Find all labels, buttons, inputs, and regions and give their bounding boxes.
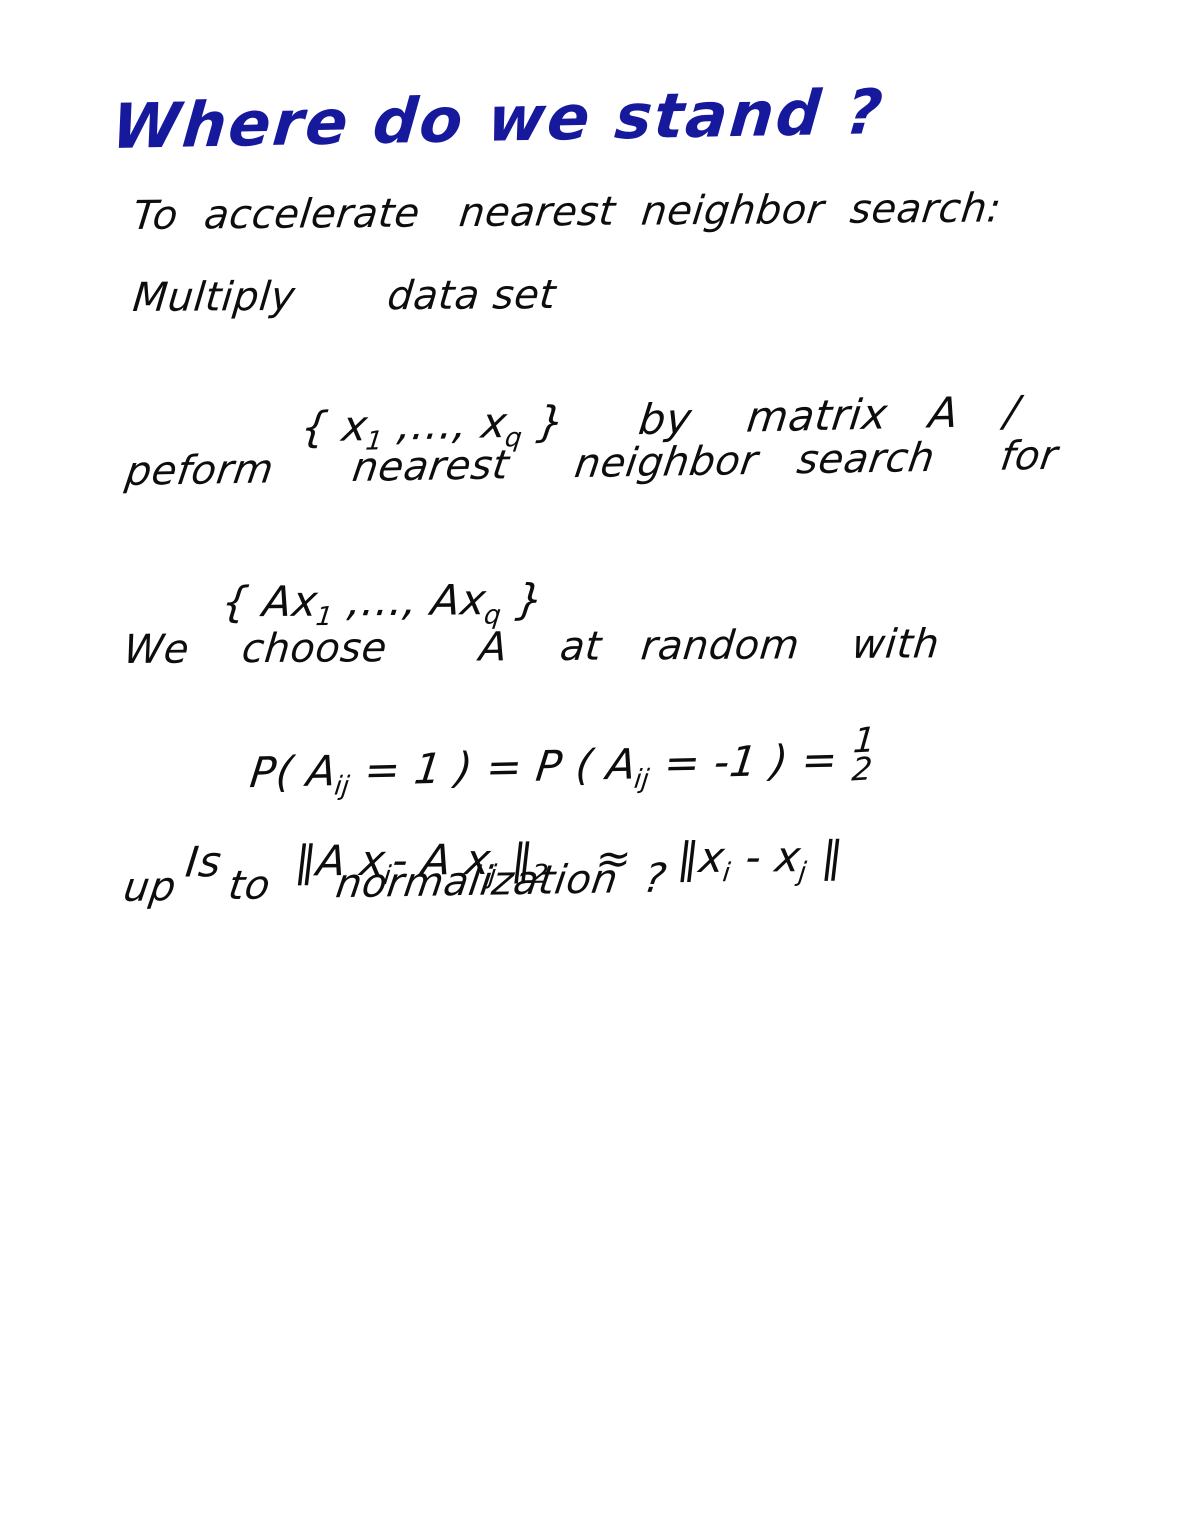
- set-close: }: [520, 396, 568, 447]
- set-open-ax: { Ax: [219, 576, 321, 627]
- note-line-up-to-normalization: up to normalization ?: [120, 855, 670, 911]
- trailing-comma: /: [1001, 386, 1023, 436]
- set-middle: ,..., Ax: [331, 575, 489, 626]
- handwritten-note-page: Where do we stand ? To accelerate neares…: [0, 0, 1200, 1531]
- prob-middle: = 1 ) = P ( A: [348, 739, 640, 795]
- fraction-denominator: 2: [850, 750, 875, 789]
- note-line-multiply-data-set: Multiply data set: [130, 272, 558, 321]
- norm-open-rhs: ‖x: [674, 832, 728, 883]
- note-line-choose-a-at-random: We choose A at random with: [121, 621, 942, 673]
- prob-open: P( A: [247, 746, 340, 798]
- prob-close: = -1 ) =: [647, 734, 855, 789]
- norm-minus-rhs: - x: [729, 832, 804, 882]
- set-close: }: [499, 574, 547, 625]
- fraction-one-half: 12: [850, 720, 877, 789]
- norm-close-rhs: ‖: [805, 831, 847, 882]
- page-title: Where do we stand ?: [108, 75, 888, 163]
- note-line-to-accelerate: To accelerate nearest neighbor search:: [130, 185, 1004, 239]
